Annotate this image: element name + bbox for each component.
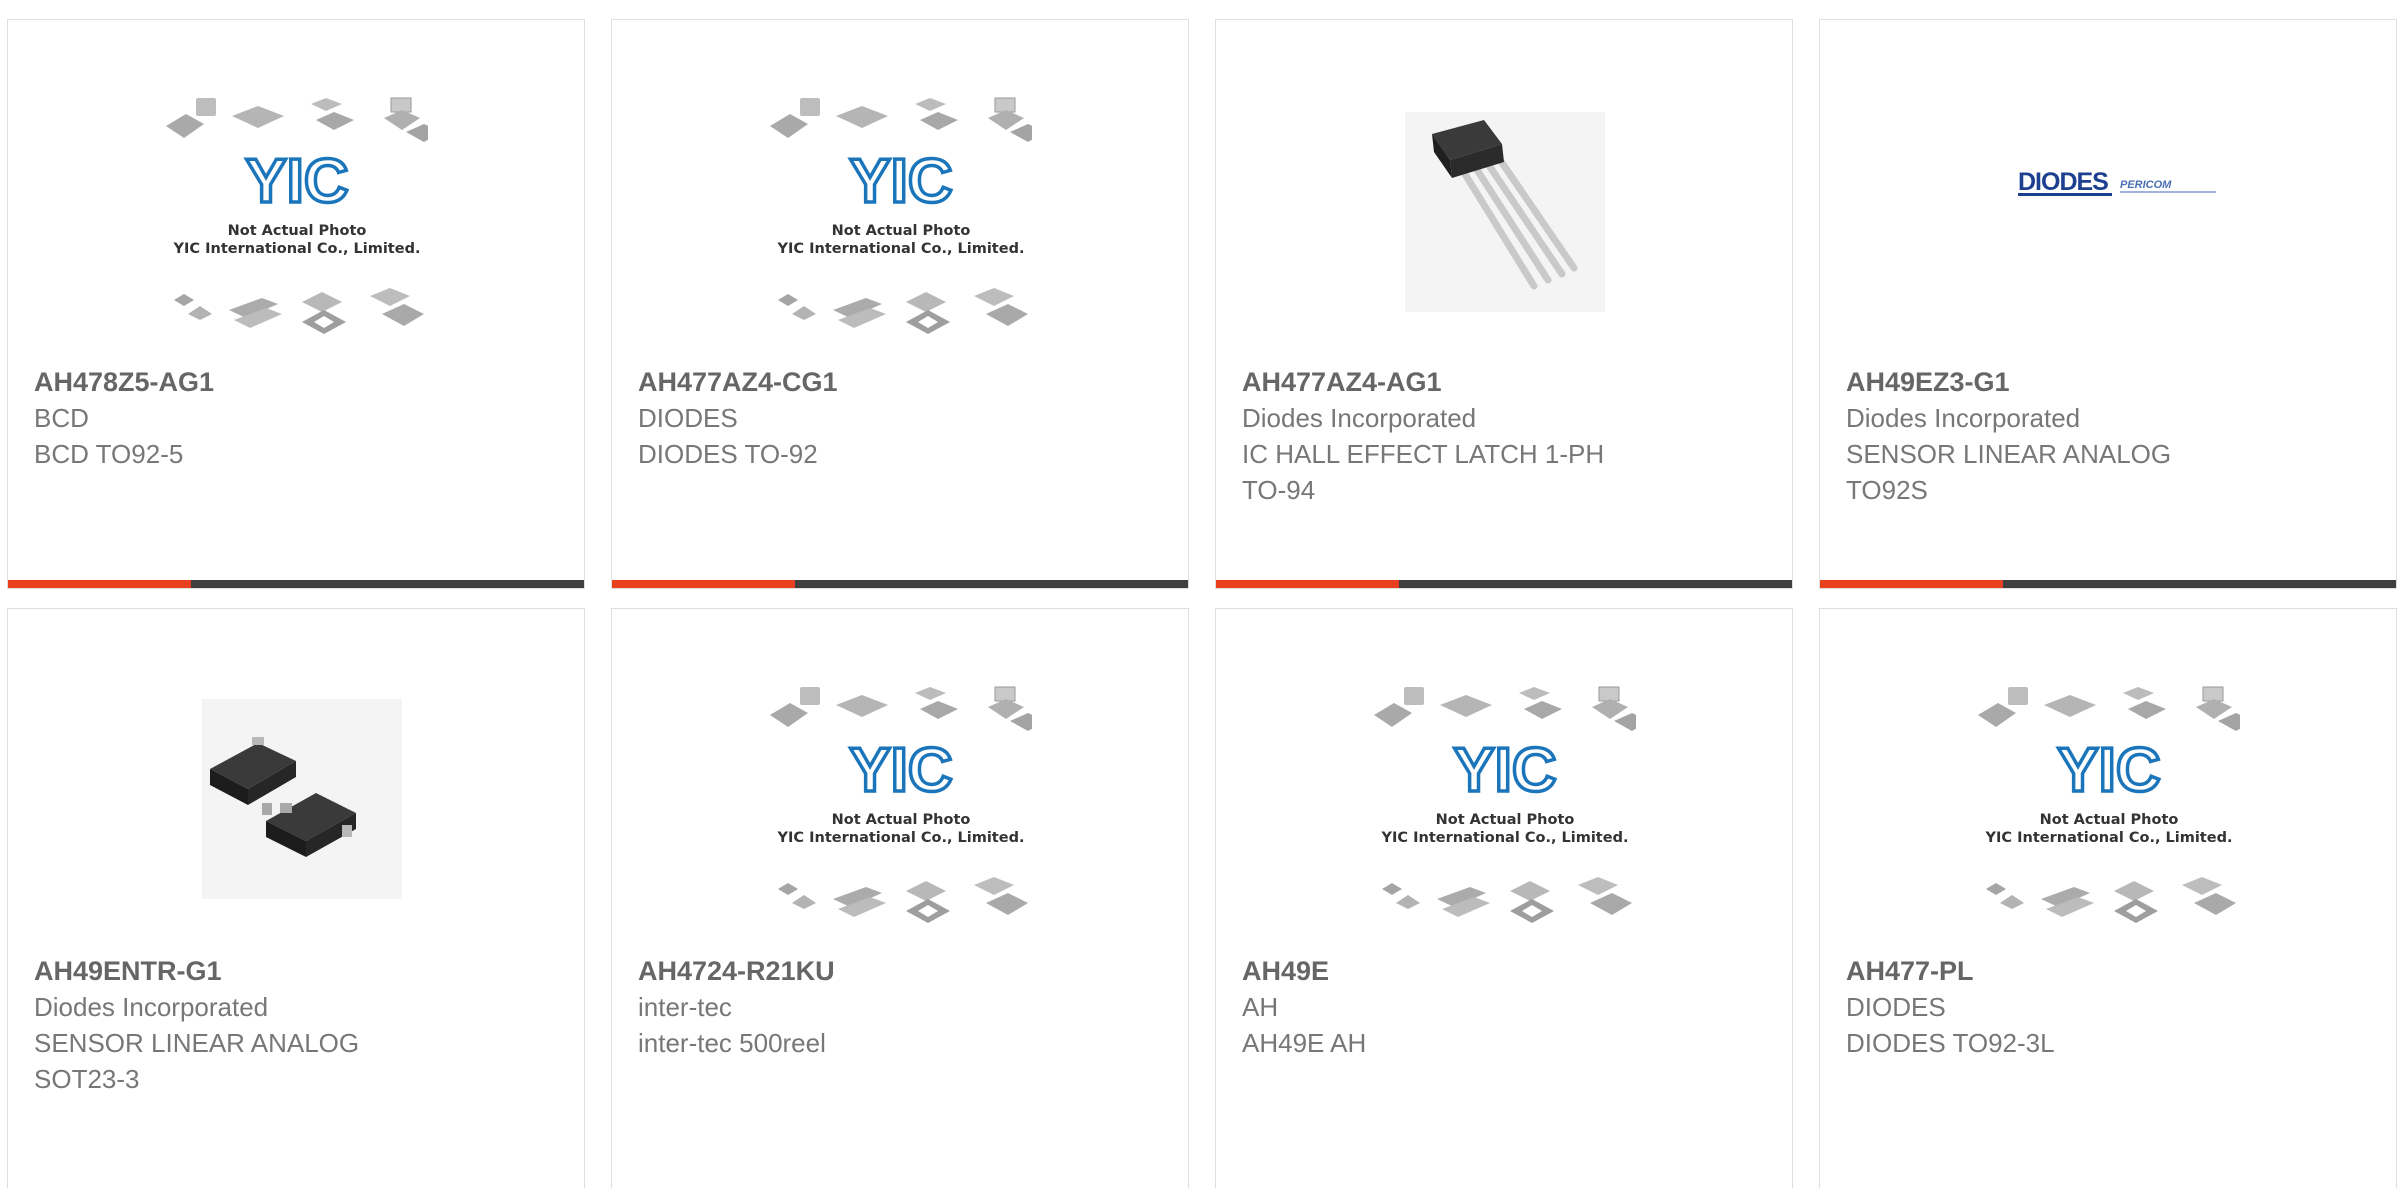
product-image[interactable]: YIC Not Actual Photo YIC International C… [1374, 679, 1636, 941]
manufacturer: Diodes Incorporated [34, 992, 269, 1022]
svg-text:PERICOM: PERICOM [2120, 179, 2172, 191]
placeholder-caption: Not Actual Photo [1436, 812, 1575, 828]
product-card[interactable]: DIODES PERICOM AH49EZ3-G1 Diodes Incorpo… [1819, 19, 2397, 589]
accent-bar [1820, 580, 2003, 588]
product-card[interactable]: AH49ENTR-G1 Diodes Incorporated SENSOR L… [7, 608, 585, 1188]
product-card[interactable]: YIC Not Actual Photo YIC International C… [1215, 608, 1793, 1188]
placeholder-company: YIC International Co., Limited. [777, 830, 1025, 846]
placeholder-company: YIC International Co., Limited. [1381, 830, 1629, 846]
product-image[interactable]: DIODES PERICOM [1978, 90, 2240, 352]
card-footer-bar [1216, 580, 1792, 588]
manufacturer: Diodes Incorporated [1242, 403, 1477, 433]
description: SENSOR LINEAR ANALOG TO92S [1846, 439, 2172, 505]
manufacturer: DIODES [638, 403, 738, 433]
manufacturer: BCD [34, 403, 89, 433]
product-card[interactable]: YIC Not Actual Photo YIC International C… [7, 19, 585, 589]
description: DIODES TO-92 [638, 439, 818, 469]
manufacturer: inter-tec [638, 992, 732, 1022]
placeholder-caption: Not Actual Photo [832, 223, 971, 239]
part-number[interactable]: AH477-PL [1846, 953, 2376, 989]
part-number[interactable]: AH478Z5-AG1 [34, 364, 564, 400]
svg-text:DIODES: DIODES [2018, 168, 2108, 196]
yic-logo: YIC [1453, 736, 1556, 805]
yic-logo: YIC [245, 147, 348, 216]
description: inter-tec 500reel [638, 1028, 826, 1058]
description: DIODES TO92-3L [1846, 1028, 2055, 1058]
manufacturer: DIODES [1846, 992, 1946, 1022]
description: SENSOR LINEAR ANALOG SOT23-3 [34, 1028, 360, 1094]
placeholder-caption: Not Actual Photo [832, 812, 971, 828]
product-image[interactable]: YIC Not Actual Photo YIC International C… [770, 90, 1032, 352]
product-image[interactable] [166, 679, 428, 941]
to94-package-photo [1405, 112, 1605, 312]
product-card[interactable]: YIC Not Actual Photo YIC International C… [611, 608, 1189, 1188]
placeholder-company: YIC International Co., Limited. [777, 241, 1025, 257]
accent-bar [1216, 580, 1399, 588]
part-number[interactable]: AH477AZ4-CG1 [638, 364, 1168, 400]
yic-logo: YIC [2057, 736, 2160, 805]
description: IC HALL EFFECT LATCH 1-PH TO-94 [1242, 439, 1605, 505]
placeholder-caption: Not Actual Photo [228, 223, 367, 239]
manufacturer: AH [1242, 992, 1279, 1022]
placeholder-caption: Not Actual Photo [2040, 812, 2179, 828]
product-image[interactable]: YIC Not Actual Photo YIC International C… [770, 679, 1032, 941]
product-grid: YIC Not Actual Photo YIC International C… [0, 0, 2400, 1188]
description: BCD TO92-5 [34, 439, 184, 469]
accent-bar [612, 580, 795, 588]
product-card[interactable]: AH477AZ4-AG1 Diodes Incorporated IC HALL… [1215, 19, 1793, 589]
yic-logo: YIC [849, 736, 952, 805]
part-number[interactable]: AH49ENTR-G1 [34, 953, 564, 989]
placeholder-company: YIC International Co., Limited. [173, 241, 421, 257]
manufacturer: Diodes Incorporated [1846, 403, 2081, 433]
diodes-logo: DIODES PERICOM [2018, 168, 2216, 196]
part-number[interactable]: AH49E [1242, 953, 1772, 989]
part-number[interactable]: AH477AZ4-AG1 [1242, 364, 1772, 400]
description: AH49E AH [1242, 1028, 1367, 1058]
yic-logo: YIC [849, 147, 952, 216]
product-image[interactable]: YIC Not Actual Photo YIC International C… [1978, 679, 2240, 941]
product-image[interactable] [1374, 90, 1636, 352]
card-footer-bar [1820, 580, 2396, 588]
card-footer-bar [612, 580, 1188, 588]
product-card[interactable]: YIC Not Actual Photo YIC International C… [1819, 608, 2397, 1188]
product-card[interactable]: YIC Not Actual Photo YIC International C… [611, 19, 1189, 589]
part-number[interactable]: AH4724-R21KU [638, 953, 1168, 989]
sot23-package-photo [202, 699, 402, 899]
card-footer-bar [8, 580, 584, 588]
placeholder-company: YIC International Co., Limited. [1985, 830, 2233, 846]
part-number[interactable]: AH49EZ3-G1 [1846, 364, 2376, 400]
accent-bar [8, 580, 191, 588]
product-image[interactable]: YIC Not Actual Photo YIC International C… [166, 90, 428, 352]
